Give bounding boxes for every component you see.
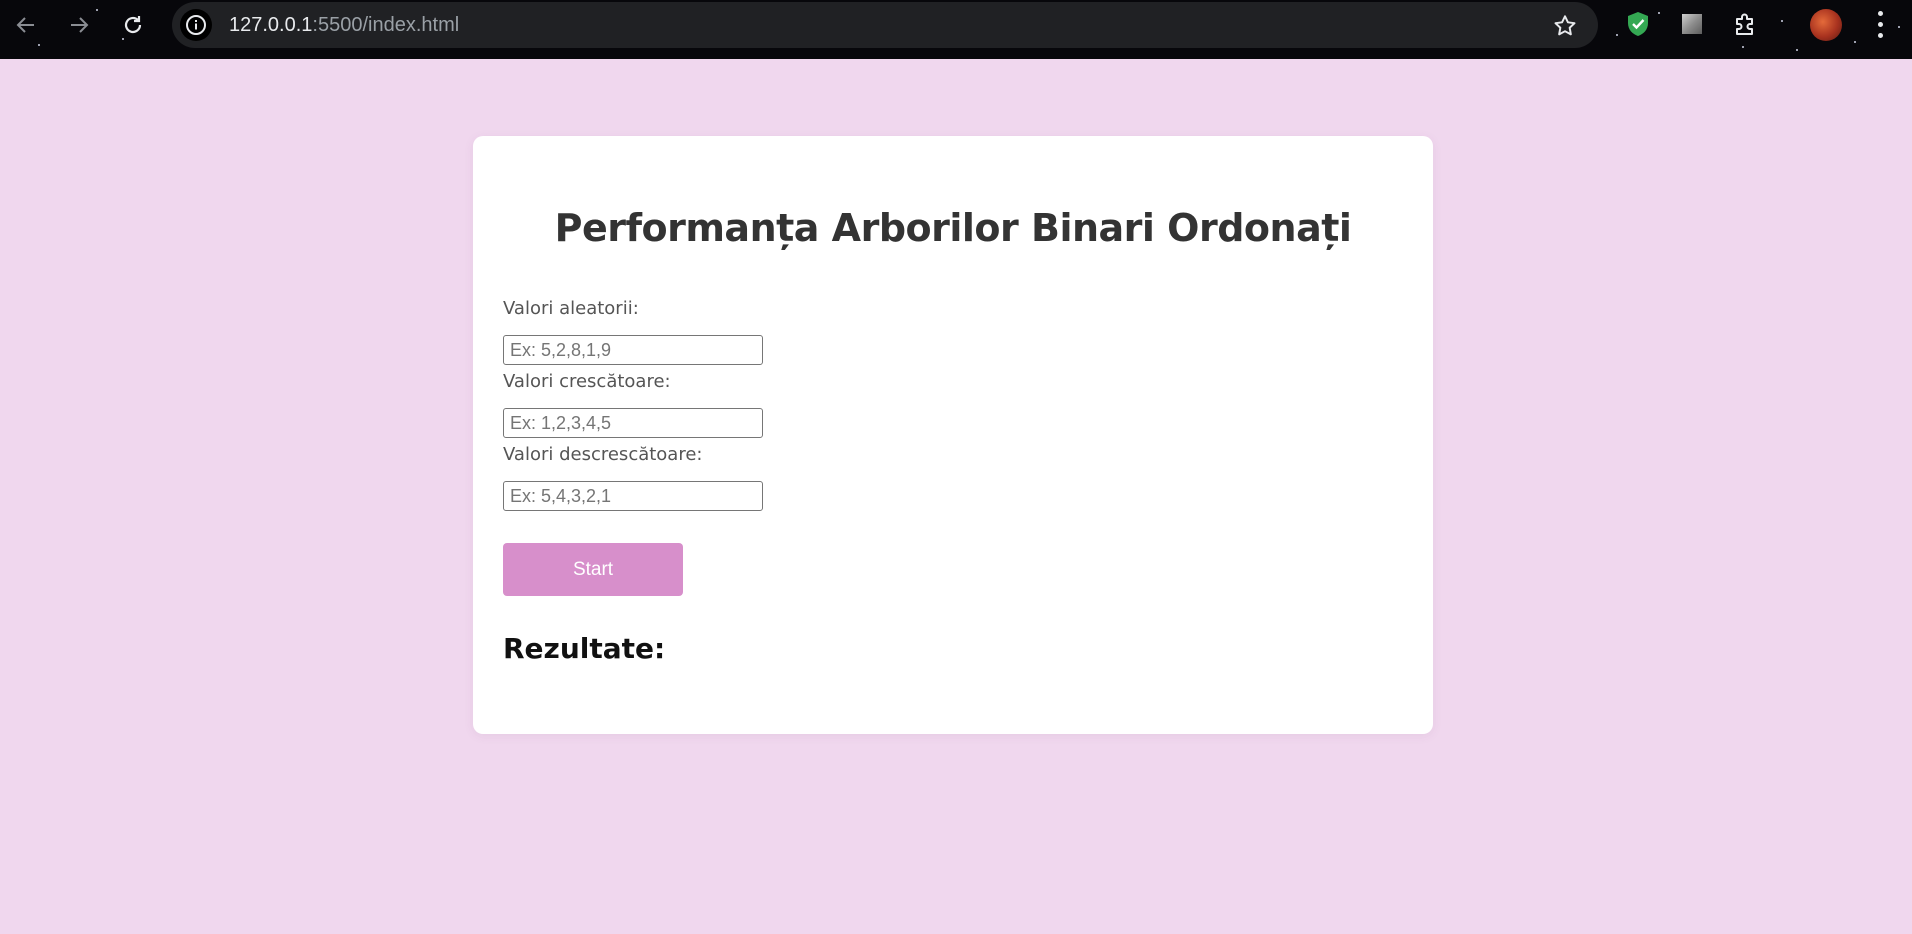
- forward-button[interactable]: [64, 10, 94, 40]
- site-info-button[interactable]: [180, 9, 212, 41]
- toolbar-star-dot: [1742, 46, 1744, 48]
- random-values-input[interactable]: [503, 335, 763, 365]
- avatar[interactable]: [1810, 9, 1842, 41]
- info-icon: [186, 15, 206, 35]
- reload-button[interactable]: [118, 10, 148, 40]
- kebab-icon[interactable]: [1870, 8, 1890, 42]
- toolbar-star-dot: [1854, 41, 1856, 43]
- arrow-left-icon: [16, 17, 34, 33]
- reload-icon: [124, 16, 142, 34]
- toolbar-star-dot: [1898, 26, 1900, 28]
- extensions-button[interactable]: [1732, 10, 1760, 38]
- kebab-dot: [1878, 33, 1883, 38]
- toolbar-star-dot: [38, 44, 40, 46]
- random-values-label: Valori aleatorii:: [503, 298, 639, 319]
- url-path: :5500/index.html: [312, 14, 460, 36]
- ascending-values-label: Valori crescătoare:: [503, 371, 671, 392]
- url-text[interactable]: 127.0.0.1:5500/index.html: [229, 13, 459, 37]
- descending-values-label: Valori descrescătoare:: [503, 444, 703, 465]
- back-button[interactable]: [11, 10, 41, 40]
- extension-shield-button[interactable]: [1624, 10, 1652, 38]
- address-bar[interactable]: 127.0.0.1:5500/index.html: [172, 2, 1598, 48]
- descending-values-input[interactable]: [503, 481, 763, 511]
- toolbar-star-dot: [1616, 34, 1618, 36]
- square-icon: [1682, 14, 1702, 34]
- puzzle-icon: [1736, 13, 1753, 35]
- star-icon[interactable]: [1552, 13, 1578, 39]
- extension-square-button[interactable]: [1678, 10, 1706, 38]
- arrow-right-icon: [71, 17, 89, 33]
- url-host: 127.0.0.1: [229, 14, 313, 36]
- results-heading: Rezultate:: [503, 632, 666, 665]
- browser-toolbar: 127.0.0.1:5500/index.html: [0, 0, 1912, 59]
- start-button[interactable]: Start: [503, 543, 683, 596]
- toolbar-star-dot: [1658, 12, 1660, 14]
- toolbar-star-dot: [1781, 20, 1783, 22]
- kebab-dot: [1878, 22, 1883, 27]
- toolbar-star-dot: [1796, 49, 1798, 51]
- ascending-values-input[interactable]: [503, 408, 763, 438]
- toolbar-star-dot: [96, 9, 98, 11]
- shield-check-icon: [1628, 12, 1648, 36]
- kebab-dot: [1878, 11, 1883, 16]
- page-title: Performanța Arborilor Binari Ordonați: [554, 206, 1352, 250]
- main-card: Performanța Arborilor Binari Ordonați Va…: [473, 136, 1433, 734]
